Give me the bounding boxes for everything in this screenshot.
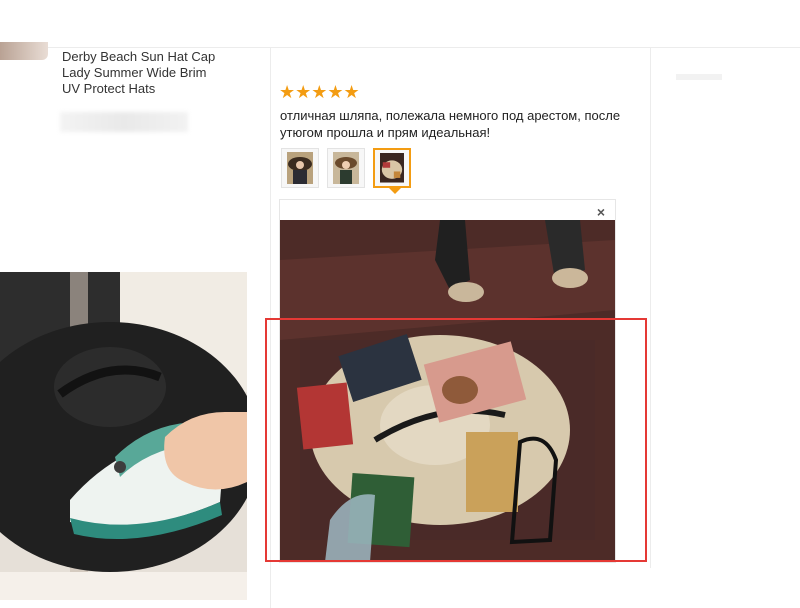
column-divider-right xyxy=(650,48,651,568)
product-title[interactable]: Derby Beach Sun Hat Cap Lady Summer Wide… xyxy=(62,49,262,97)
review-photo xyxy=(280,220,615,562)
product-thumbnail[interactable] xyxy=(0,42,48,60)
review-image-viewer: × xyxy=(279,199,616,563)
column-divider-left xyxy=(270,48,271,608)
thumbnail-image xyxy=(333,152,359,184)
rating-stars: ★★★★★ xyxy=(279,82,360,103)
review-thumbnails xyxy=(281,148,411,194)
product-title-line: UV Protect Hats xyxy=(62,81,156,96)
review-text: отличная шляпа, полежала немного под аре… xyxy=(280,108,621,140)
thumbnail-image xyxy=(380,153,404,183)
review-thumbnail-selected[interactable] xyxy=(373,148,411,194)
thumbnail-image xyxy=(287,152,313,184)
close-icon[interactable]: × xyxy=(597,204,605,220)
header-divider xyxy=(0,47,800,48)
product-title-line: Derby Beach Sun Hat Cap xyxy=(62,49,216,64)
blurred-price xyxy=(60,112,188,132)
product-title-line: Lady Summer Wide Brim xyxy=(62,65,207,80)
ironing-photo xyxy=(0,272,247,600)
star-icons: ★★★★★ xyxy=(279,82,360,102)
review-thumbnail[interactable] xyxy=(281,148,319,188)
review-thumbnail[interactable] xyxy=(327,148,365,188)
selected-indicator xyxy=(389,188,401,194)
blurred-text xyxy=(676,74,722,80)
